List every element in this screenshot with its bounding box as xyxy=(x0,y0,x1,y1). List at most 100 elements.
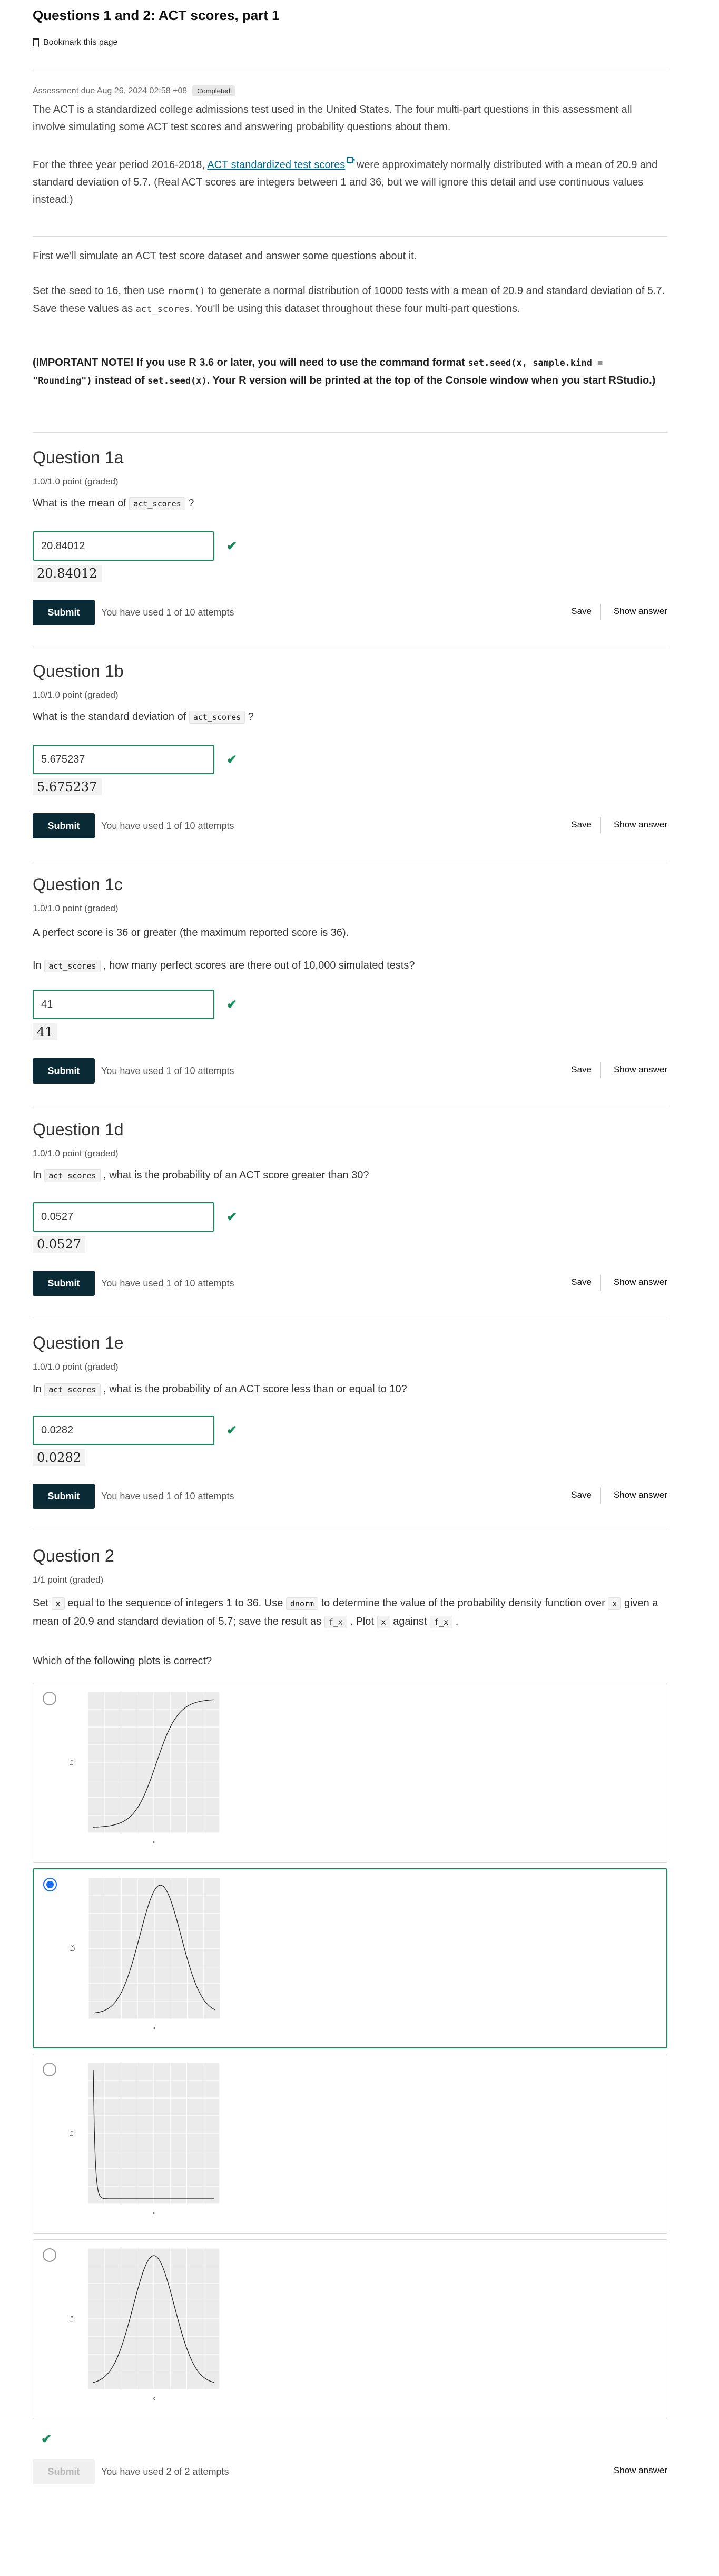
y-axis-label: f_x xyxy=(69,2130,74,2137)
y-axis-label: f_x xyxy=(69,2316,74,2323)
bookmark-button[interactable]: Bookmark this page xyxy=(33,38,117,47)
due-date: Assessment due Aug 26, 2024 02:58 +08 xyxy=(33,86,188,95)
answer-input[interactable] xyxy=(33,1416,214,1445)
note-text: instead of xyxy=(92,375,148,386)
action-separator xyxy=(600,1062,601,1078)
intro-paragraph-3: First we'll simulate an ACT test score d… xyxy=(33,250,417,262)
inline-code: x xyxy=(51,1597,65,1610)
correct-check-icon: ✔ xyxy=(41,2432,52,2446)
submit-button[interactable]: Submit xyxy=(33,1271,95,1296)
important-note: (IMPORTANT NOTE! If you use R 3.6 or lat… xyxy=(33,354,667,390)
question-text-part: , what is the probability of an ACT scor… xyxy=(100,1383,407,1395)
show-answer-button[interactable]: Show answer xyxy=(614,2465,667,2476)
question-text-part: What is the standard deviation of xyxy=(33,711,189,723)
inline-code: act_scores xyxy=(189,711,245,724)
answer-preview: 0.0282 xyxy=(33,1449,85,1466)
show-answer-button[interactable]: Show answer xyxy=(614,1490,667,1500)
answer-preview: 20.84012 xyxy=(33,565,102,582)
save-button[interactable]: Save xyxy=(571,819,592,830)
question-text: What is the mean of act_scores ? xyxy=(33,495,667,512)
radio-button[interactable] xyxy=(43,1692,56,1705)
question-points: 1.0/1.0 point (graded) xyxy=(33,690,119,700)
correct-check-icon: ✔ xyxy=(226,753,238,767)
question-text: What is the standard deviation of act_sc… xyxy=(33,709,667,725)
intro-text: . You'll be using this dataset throughou… xyxy=(190,303,520,315)
attempts-text: You have used 2 of 2 attempts xyxy=(101,2466,229,2477)
choice-option-1[interactable]: x f_x xyxy=(33,1683,667,1863)
question-text-part: In xyxy=(33,1169,45,1181)
intro-paragraph-2: For the three year period 2016-2018, ACT… xyxy=(33,152,667,209)
intro-paragraph-1: The ACT is a standardized college admiss… xyxy=(33,104,632,133)
choice-option-2[interactable]: x f_x xyxy=(33,1868,667,2048)
x-axis-label: x xyxy=(153,1839,155,1845)
action-separator xyxy=(600,604,601,620)
answer-input[interactable] xyxy=(33,1202,214,1232)
act-scores-link[interactable]: ACT standardized test scores xyxy=(207,159,345,171)
radio-button[interactable] xyxy=(43,2248,56,2262)
question-text-part: . xyxy=(452,1616,459,1627)
question-points: 1.0/1.0 point (graded) xyxy=(33,476,119,486)
show-answer-button[interactable]: Show answer xyxy=(614,1277,667,1287)
question-text-part: ? xyxy=(185,497,194,509)
y-axis-label: f_x xyxy=(69,1759,74,1766)
question-text: In act_scores , how many perfect scores … xyxy=(33,958,667,974)
radio-button-selected[interactable] xyxy=(43,1878,57,1891)
x-axis-label: x xyxy=(153,2025,156,2031)
show-answer-button[interactable]: Show answer xyxy=(614,606,667,617)
code-act-scores: act_scores xyxy=(135,304,190,315)
submit-button-disabled[interactable]: Submit xyxy=(33,2459,95,2484)
correct-check-icon: ✔ xyxy=(226,539,238,553)
question-text-part: equal to the sequence of integers 1 to 3… xyxy=(64,1597,286,1609)
save-button[interactable]: Save xyxy=(571,1065,592,1075)
save-button[interactable]: Save xyxy=(571,1277,592,1287)
inline-code: act_scores xyxy=(44,1383,101,1396)
action-separator xyxy=(600,1488,601,1504)
submit-button[interactable]: Submit xyxy=(33,600,95,625)
attempts-text: You have used 1 of 10 attempts xyxy=(101,1066,234,1076)
divider xyxy=(33,236,667,237)
correct-check-icon: ✔ xyxy=(226,1210,238,1224)
question-title: Question 2 xyxy=(33,1546,114,1565)
show-answer-button[interactable]: Show answer xyxy=(614,819,667,830)
inline-code: act_scores xyxy=(44,960,101,972)
question-text-part: against xyxy=(390,1616,430,1627)
question-title: Question 1c xyxy=(33,875,123,894)
submit-button[interactable]: Submit xyxy=(33,1484,95,1509)
radio-button[interactable] xyxy=(43,2063,56,2076)
submit-button[interactable]: Submit xyxy=(33,813,95,838)
external-link-icon xyxy=(347,152,356,170)
save-button[interactable]: Save xyxy=(571,1490,592,1500)
intro-text: For the three year period 2016-2018, xyxy=(33,159,208,171)
answer-input[interactable] xyxy=(33,990,214,1019)
question-text-part: . Plot xyxy=(347,1616,377,1627)
question-title: Question 1a xyxy=(33,448,124,467)
question-title: Question 1b xyxy=(33,661,124,680)
assessment-meta: Assessment due Aug 26, 2024 02:58 +08 Co… xyxy=(33,85,235,96)
attempts-text: You have used 1 of 10 attempts xyxy=(101,821,234,831)
question-points: 1.0/1.0 point (graded) xyxy=(33,1148,119,1158)
choice-option-4[interactable]: x f_x xyxy=(33,2239,667,2419)
inline-code: act_scores xyxy=(129,497,185,510)
inline-code: f_x xyxy=(430,1616,453,1628)
plot-choice-4: x f_x xyxy=(69,2248,220,2401)
show-answer-button[interactable]: Show answer xyxy=(614,1065,667,1075)
question-preamble: A perfect score is 36 or greater (the ma… xyxy=(33,927,349,939)
answer-input[interactable] xyxy=(33,531,214,561)
answer-preview: 0.0527 xyxy=(33,1236,85,1253)
save-button[interactable]: Save xyxy=(571,606,592,617)
bookmark-label: Bookmark this page xyxy=(43,38,118,47)
answer-input[interactable] xyxy=(33,745,214,774)
status-badge: Completed xyxy=(192,85,235,96)
attempts-text: You have used 1 of 10 attempts xyxy=(101,607,234,618)
code-set-seed: set.seed(x) xyxy=(147,376,207,386)
question-points: 1/1 point (graded) xyxy=(33,1575,104,1585)
code-rnorm: rnorm() xyxy=(167,286,205,297)
choice-option-3[interactable]: x f_x xyxy=(33,2054,667,2234)
question-prompt: Which of the following plots is correct? xyxy=(33,1655,212,1667)
question-text-part: Set xyxy=(33,1597,52,1609)
intro-text: Set the seed to 16, then use xyxy=(33,285,168,297)
y-axis-label: f_x xyxy=(70,1945,75,1952)
correct-check-icon: ✔ xyxy=(226,1423,238,1438)
question-points: 1.0/1.0 point (graded) xyxy=(33,1362,119,1372)
submit-button[interactable]: Submit xyxy=(33,1058,95,1084)
